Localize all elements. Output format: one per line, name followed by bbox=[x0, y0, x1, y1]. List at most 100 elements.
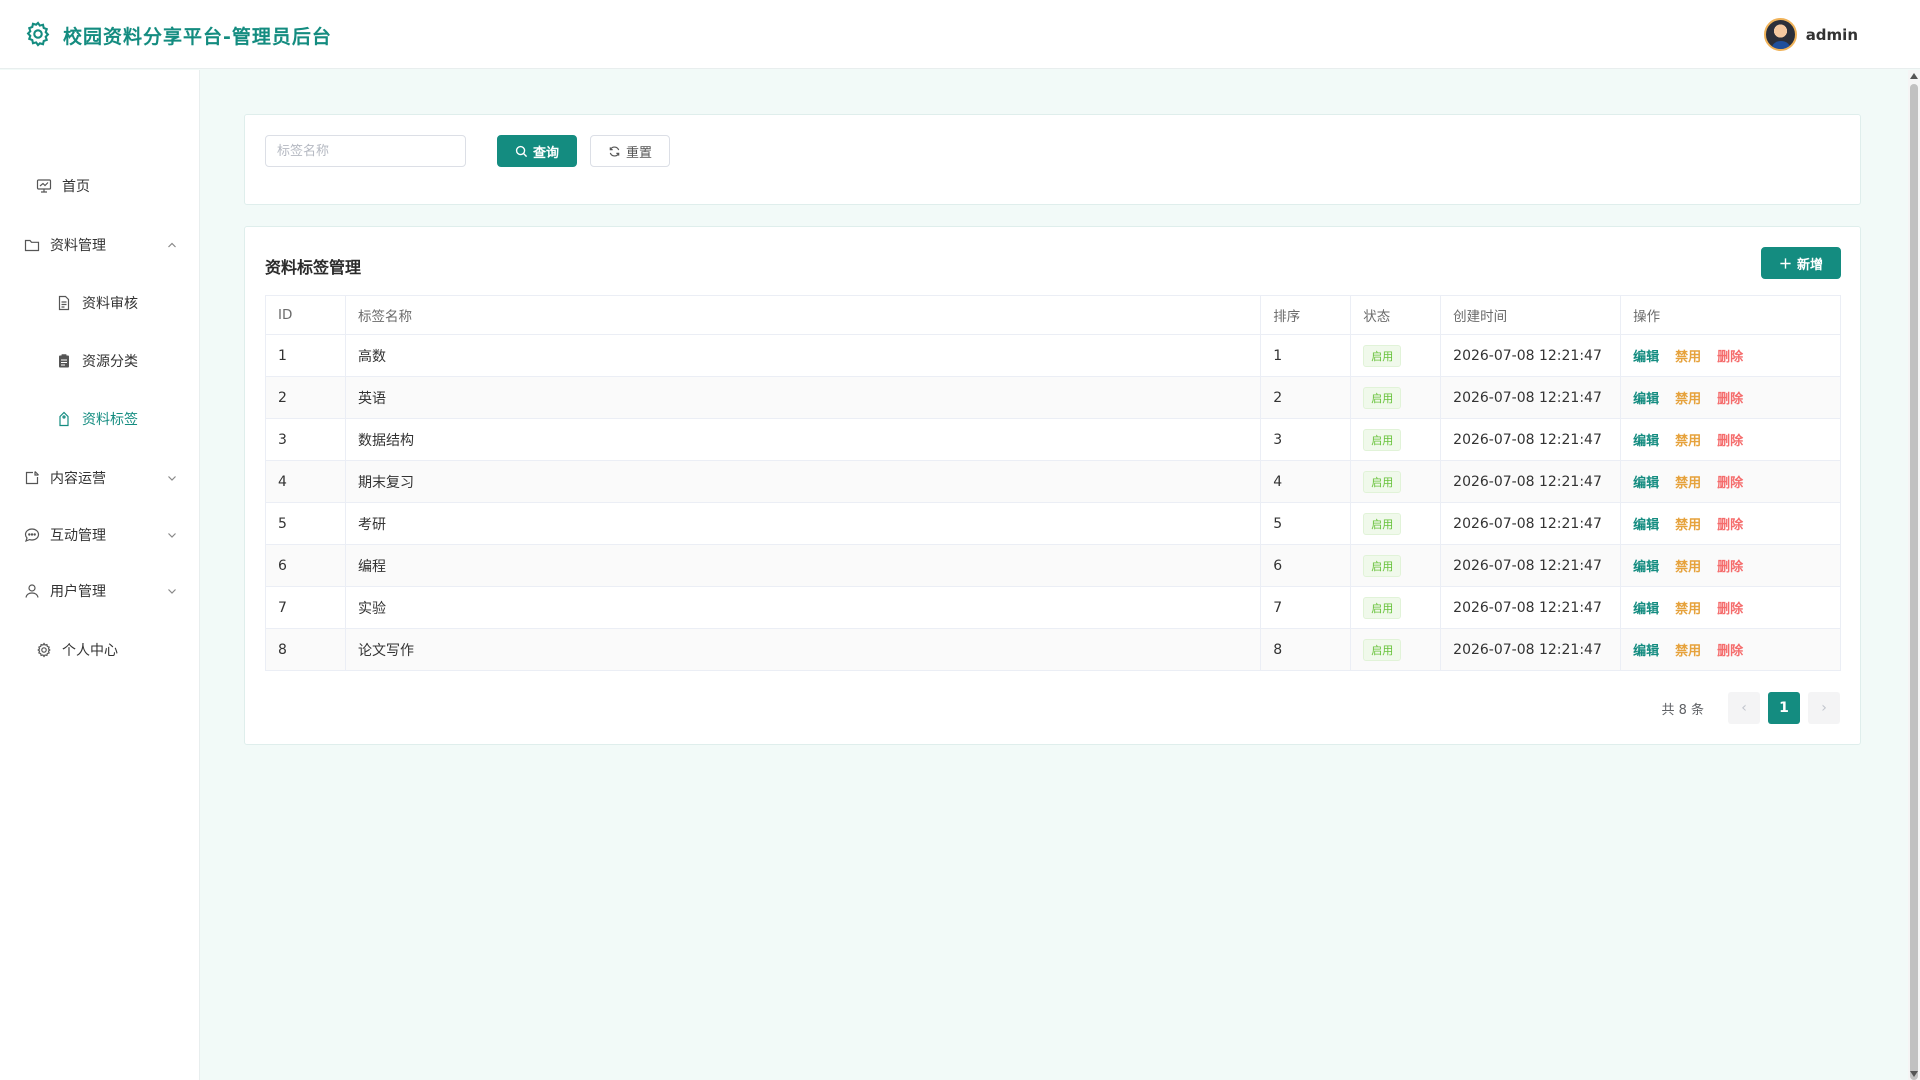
edit-link[interactable]: 编辑 bbox=[1633, 602, 1659, 617]
sidebar-item-label: 用户管理 bbox=[50, 584, 106, 600]
delete-link[interactable]: 删除 bbox=[1717, 602, 1743, 617]
user-menu[interactable]: admin bbox=[1763, 18, 1858, 51]
chevron-up-icon bbox=[168, 242, 176, 248]
cell-actions: 编辑 禁用 删除 bbox=[1620, 628, 1841, 671]
cell-actions: 编辑 禁用 删除 bbox=[1620, 418, 1841, 461]
sidebar-item-interaction-management[interactable]: 互动管理 bbox=[0, 515, 200, 555]
cell-sort: 8 bbox=[1260, 628, 1352, 671]
disable-link[interactable]: 禁用 bbox=[1675, 560, 1701, 575]
pagination: 共 8 条 ‹ 1 › bbox=[1661, 692, 1840, 724]
home-icon bbox=[36, 179, 52, 193]
scroll-up-arrow-icon[interactable] bbox=[1910, 73, 1918, 79]
sidebar-item-user-management[interactable]: 用户管理 bbox=[0, 571, 200, 611]
page-1-button[interactable]: 1 bbox=[1768, 692, 1800, 724]
cell-created-time: 2026-07-08 12:21:47 bbox=[1440, 544, 1622, 587]
delete-link[interactable]: 删除 bbox=[1717, 434, 1743, 449]
cell-status: 启用 bbox=[1350, 418, 1442, 461]
sidebar-item-material-management[interactable]: 资料管理 bbox=[0, 225, 200, 265]
scroll-down-arrow-icon[interactable] bbox=[1910, 1071, 1918, 1077]
disable-link[interactable]: 禁用 bbox=[1675, 644, 1701, 659]
delete-link[interactable]: 删除 bbox=[1717, 644, 1743, 659]
cell-tag-name: 英语 bbox=[344, 376, 1262, 419]
clipboard-icon bbox=[59, 354, 69, 368]
prev-page-button[interactable]: ‹ bbox=[1728, 692, 1760, 724]
cell-created-time: 2026-07-08 12:21:47 bbox=[1440, 334, 1622, 377]
status-badge: 启用 bbox=[1363, 386, 1402, 409]
delete-link[interactable]: 删除 bbox=[1717, 476, 1743, 491]
cell-sort: 7 bbox=[1260, 586, 1352, 629]
edit-link[interactable]: 编辑 bbox=[1633, 560, 1659, 575]
document-icon bbox=[58, 295, 70, 311]
top-header: 校园资料分享平台-管理员后台 admin bbox=[0, 0, 1920, 69]
sidebar-item-home[interactable]: 首页 bbox=[0, 166, 200, 206]
sidebar-item-label: 资料审核 bbox=[82, 296, 138, 312]
vertical-scrollbar[interactable] bbox=[1908, 70, 1920, 1080]
delete-link[interactable]: 删除 bbox=[1717, 392, 1743, 407]
gear-logo-icon bbox=[26, 21, 50, 47]
refresh-icon bbox=[609, 145, 620, 157]
chevron-down-icon bbox=[168, 533, 176, 538]
search-icon bbox=[515, 145, 528, 157]
delete-link[interactable]: 删除 bbox=[1717, 560, 1743, 575]
cell-id: 4 bbox=[265, 460, 346, 503]
cell-status: 启用 bbox=[1350, 376, 1442, 419]
cell-tag-name: 考研 bbox=[344, 502, 1262, 545]
username[interactable]: admin bbox=[1806, 26, 1858, 44]
edit-link[interactable]: 编辑 bbox=[1633, 476, 1659, 491]
edit-link[interactable]: 编辑 bbox=[1633, 434, 1659, 449]
sidebar-item-content-operation[interactable]: 内容运营 bbox=[0, 458, 200, 498]
table-row: 4 期末复习 4 启用 2026-07-08 12:21:47 编辑 禁用 删除 bbox=[265, 460, 1841, 503]
table-row: 2 英语 2 启用 2026-07-08 12:21:47 编辑 禁用 删除 bbox=[265, 376, 1841, 419]
disable-link[interactable]: 禁用 bbox=[1675, 518, 1701, 533]
next-page-button[interactable]: › bbox=[1808, 692, 1840, 724]
cell-status: 启用 bbox=[1350, 628, 1442, 671]
add-button[interactable]: 新增 bbox=[1761, 247, 1841, 279]
app-title: 校园资料分享平台-管理员后台 bbox=[63, 26, 332, 48]
scrollbar-thumb[interactable] bbox=[1910, 84, 1918, 1080]
search-card: 查询 重置 bbox=[244, 114, 1861, 205]
cell-id: 2 bbox=[265, 376, 346, 419]
sidebar-item-material-tags[interactable]: 资料标签 bbox=[0, 399, 200, 439]
tag-name-search-input[interactable] bbox=[265, 135, 466, 167]
avatar[interactable] bbox=[1763, 18, 1797, 51]
edit-link[interactable]: 编辑 bbox=[1633, 350, 1659, 365]
cell-tag-name: 实验 bbox=[344, 586, 1262, 629]
cell-created-time: 2026-07-08 12:21:47 bbox=[1440, 460, 1622, 503]
disable-link[interactable]: 禁用 bbox=[1675, 434, 1701, 449]
edit-link[interactable]: 编辑 bbox=[1633, 518, 1659, 533]
cell-created-time: 2026-07-08 12:21:47 bbox=[1440, 376, 1622, 419]
delete-link[interactable]: 删除 bbox=[1717, 350, 1743, 365]
disable-link[interactable]: 禁用 bbox=[1675, 350, 1701, 365]
status-badge: 启用 bbox=[1363, 344, 1402, 367]
query-button[interactable]: 查询 bbox=[497, 135, 577, 167]
status-badge: 启用 bbox=[1363, 596, 1402, 619]
delete-link[interactable]: 删除 bbox=[1717, 518, 1743, 533]
disable-link[interactable]: 禁用 bbox=[1675, 476, 1701, 491]
reset-button[interactable]: 重置 bbox=[590, 135, 670, 167]
cell-tag-name: 编程 bbox=[344, 544, 1262, 587]
cell-id: 1 bbox=[265, 334, 346, 377]
disable-link[interactable]: 禁用 bbox=[1675, 602, 1701, 617]
sidebar-item-resource-category[interactable]: 资源分类 bbox=[0, 341, 200, 381]
tag-table-card: 资料标签管理 新增 ID 标签名称 排序 状态 创建时间 操作 1 高数 1 启用 20… bbox=[244, 226, 1861, 745]
disable-link[interactable]: 禁用 bbox=[1675, 392, 1701, 407]
cell-sort: 5 bbox=[1260, 502, 1352, 545]
chevron-down-icon bbox=[168, 589, 176, 594]
sidebar-item-material-review[interactable]: 资料审核 bbox=[0, 283, 200, 323]
cell-actions: 编辑 禁用 删除 bbox=[1620, 376, 1841, 419]
cell-tag-name: 期末复习 bbox=[344, 460, 1262, 503]
user-icon bbox=[25, 584, 39, 598]
status-badge: 启用 bbox=[1363, 470, 1402, 493]
tag-icon bbox=[59, 411, 69, 427]
column-header-actions: 操作 bbox=[1620, 295, 1841, 335]
edit-link[interactable]: 编辑 bbox=[1633, 644, 1659, 659]
cell-status: 启用 bbox=[1350, 544, 1442, 587]
sidebar-item-personal-center[interactable]: 个人中心 bbox=[0, 630, 200, 670]
column-header-created-time: 创建时间 bbox=[1440, 295, 1622, 335]
cell-id: 5 bbox=[265, 502, 346, 545]
reset-button-label: 重置 bbox=[625, 145, 652, 161]
cell-created-time: 2026-07-08 12:21:47 bbox=[1440, 628, 1622, 671]
cell-id: 6 bbox=[265, 544, 346, 587]
column-header-id: ID bbox=[265, 295, 346, 335]
edit-link[interactable]: 编辑 bbox=[1633, 392, 1659, 407]
